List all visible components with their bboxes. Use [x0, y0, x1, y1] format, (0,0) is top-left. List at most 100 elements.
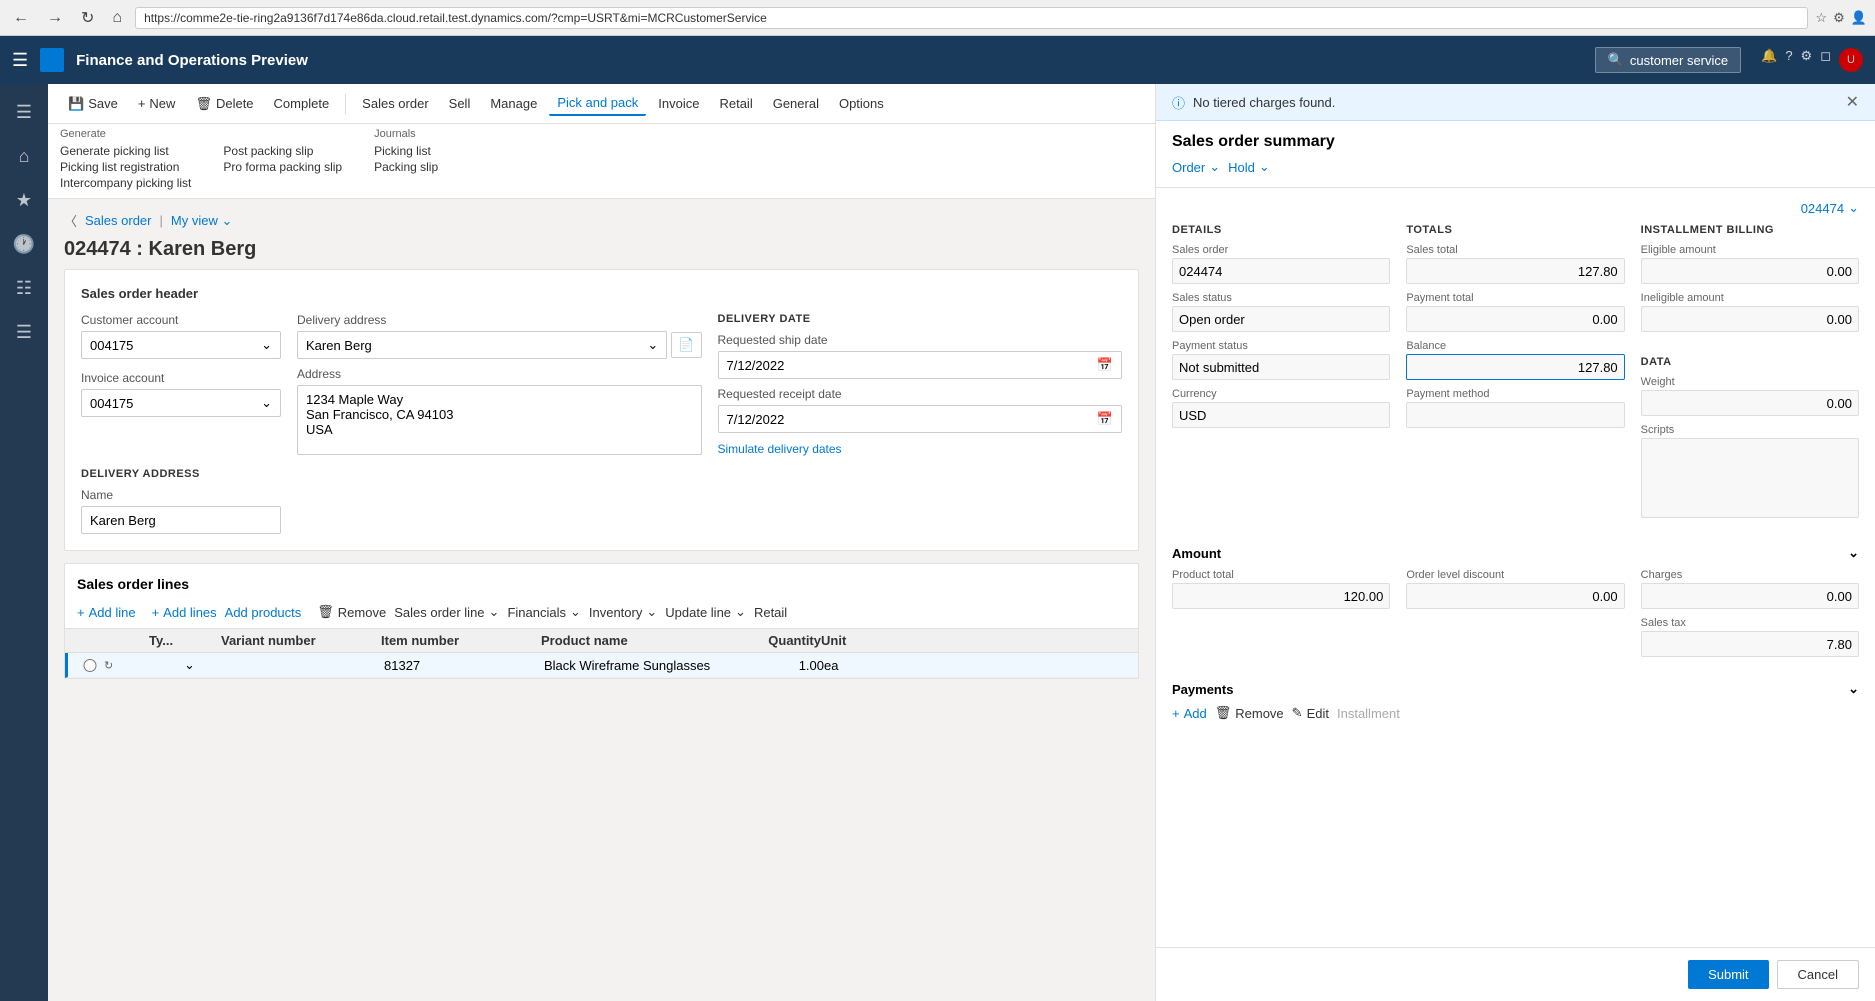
invoice-account-select[interactable]: 004175 ⌄: [81, 389, 281, 417]
sidebar-favorites-icon[interactable]: ★: [4, 180, 44, 220]
user-icon: 👤: [1851, 10, 1867, 26]
search-box[interactable]: 🔍 customer service: [1595, 47, 1741, 73]
delivery-address-edit-button[interactable]: 📄: [671, 332, 701, 358]
sales-order-line-button[interactable]: Sales order line ⌄: [394, 604, 499, 620]
ineligible-amount-value: [1641, 306, 1859, 332]
app-title: Finance and Operations Preview: [76, 52, 308, 69]
payment-method-label: Payment method: [1406, 388, 1624, 400]
row-select-radio[interactable]: [76, 659, 104, 672]
invoice-account-chevron-icon: ⌄: [261, 395, 272, 411]
forward-button[interactable]: →: [42, 7, 68, 29]
panel-body: 024474 ⌄ DETAILS Sales order Sales statu…: [1156, 188, 1875, 947]
col-alert: [125, 633, 149, 648]
add-products-button[interactable]: Add products: [225, 605, 302, 620]
order-dropdown-button[interactable]: Order ⌄: [1172, 159, 1220, 175]
help-icon[interactable]: ?: [1785, 48, 1792, 72]
intercompany-picking-list-link[interactable]: Intercompany picking list: [60, 176, 191, 190]
sales-order-value[interactable]: [1172, 258, 1390, 284]
lines-toolbar: + Add line + Add lines Add products 🗑 R: [65, 596, 1138, 629]
add-lines-button[interactable]: + Add lines: [152, 605, 217, 620]
sidebar-menu-icon[interactable]: ☰: [4, 92, 44, 132]
delete-button[interactable]: 🗑 Delete: [187, 92, 261, 116]
notification-icon[interactable]: 🔔: [1761, 48, 1777, 72]
panel-close-button[interactable]: ✕: [1846, 92, 1859, 112]
remove-payment-button[interactable]: 🗑 Remove: [1215, 705, 1284, 721]
new-button[interactable]: + New: [130, 92, 184, 115]
pick-and-pack-tab[interactable]: Pick and pack: [549, 91, 646, 116]
picking-list-registration-link[interactable]: Picking list registration: [60, 160, 191, 174]
submit-button[interactable]: Submit: [1688, 960, 1768, 989]
address-label: Address: [297, 367, 702, 381]
browser-icons: ☆ ⚙ 👤: [1816, 10, 1868, 26]
remove-line-button[interactable]: 🗑 Remove: [317, 604, 386, 620]
add-line-button[interactable]: + Add line: [77, 605, 136, 620]
refresh-button[interactable]: ↻: [76, 6, 99, 30]
scripts-textarea[interactable]: [1641, 438, 1859, 518]
manage-tab[interactable]: Manage: [482, 92, 545, 115]
post-packing-slip-link[interactable]: Post packing slip: [223, 144, 342, 158]
hamburger-icon[interactable]: ☰: [12, 50, 28, 71]
sidebar-recent-icon[interactable]: 🕐: [4, 224, 44, 264]
order-num-collapse-icon[interactable]: ⌄: [1848, 200, 1859, 216]
invoice-tab[interactable]: Invoice: [650, 92, 707, 115]
generate-picking-list-link[interactable]: Generate picking list: [60, 144, 191, 158]
delivery-address-select[interactable]: Karen Berg ⌄: [297, 331, 667, 359]
url-bar[interactable]: [135, 7, 1807, 29]
back-button[interactable]: ←: [8, 7, 34, 29]
eligible-amount-label: Eligible amount: [1641, 244, 1859, 256]
packing-slip-journal-link[interactable]: Packing slip: [374, 160, 438, 174]
payment-total-field: Payment total: [1406, 292, 1624, 332]
filter-icon[interactable]: 〈: [64, 211, 77, 230]
row-expand-icon[interactable]: ⌄: [184, 657, 224, 673]
ineligible-amount-field: Ineligible amount: [1641, 292, 1859, 332]
save-button[interactable]: 💾 Save: [60, 92, 126, 116]
col-type: Ty...: [149, 633, 181, 648]
my-view-dropdown[interactable]: My view ⌄: [171, 213, 232, 229]
pro-forma-packing-slip-link[interactable]: Pro forma packing slip: [223, 160, 342, 174]
sidebar-list-icon[interactable]: ☰: [4, 312, 44, 352]
complete-button[interactable]: Complete: [266, 92, 338, 115]
general-tab[interactable]: General: [765, 92, 827, 115]
sales-order-tab[interactable]: Sales order: [354, 92, 436, 115]
retail-tab[interactable]: Retail: [711, 92, 760, 115]
financials-button[interactable]: Financials ⌄: [507, 604, 580, 620]
home-button[interactable]: ⌂: [107, 7, 127, 29]
amount-header[interactable]: Amount ⌄: [1172, 545, 1859, 561]
sales-status-label: Sales status: [1172, 292, 1390, 304]
payment-method-value[interactable]: [1406, 402, 1624, 428]
save-icon: 💾: [68, 96, 84, 112]
requested-receipt-date[interactable]: 7/12/2022 📅: [718, 405, 1123, 433]
profile-icon[interactable]: U: [1839, 48, 1863, 72]
requested-ship-label: Requested ship date: [718, 333, 1123, 347]
delivery-name-field: Name: [81, 488, 281, 534]
row-unit: ea: [824, 658, 884, 673]
picking-list-journal-link[interactable]: Picking list: [374, 144, 438, 158]
add-payment-button[interactable]: + Add: [1172, 706, 1207, 721]
sidebar-workspaces-icon[interactable]: ☷: [4, 268, 44, 308]
hold-dropdown-button[interactable]: Hold ⌄: [1228, 159, 1270, 175]
currency-value[interactable]: [1172, 402, 1390, 428]
delivery-date-fields: DELIVERY DATE Requested ship date 7/12/2…: [718, 313, 1123, 456]
table-row[interactable]: ↻ ⌄ 81327 Black Wireframe Sunglasses 1.0…: [65, 653, 1138, 678]
delivery-name-input[interactable]: [81, 506, 281, 534]
edit-payment-button[interactable]: ✎ Edit: [1292, 705, 1329, 721]
lines-retail-button[interactable]: Retail: [754, 605, 787, 620]
installment-button: Installment: [1337, 706, 1400, 721]
scripts-label: Scripts: [1641, 424, 1859, 436]
sidebar-home-icon[interactable]: ⌂: [4, 136, 44, 176]
payments-header[interactable]: Payments ⌄: [1172, 681, 1859, 697]
sales-order-filter-link[interactable]: Sales order: [85, 213, 151, 228]
eligible-amount-field: Eligible amount: [1641, 244, 1859, 284]
inventory-button[interactable]: Inventory ⌄: [589, 604, 657, 620]
fullscreen-icon[interactable]: ◻: [1820, 48, 1831, 72]
sales-status-field: Sales status: [1172, 292, 1390, 332]
payment-status-value: [1172, 354, 1390, 380]
settings-icon[interactable]: ⚙: [1801, 48, 1813, 72]
simulate-delivery-link[interactable]: Simulate delivery dates: [718, 442, 842, 456]
cancel-button[interactable]: Cancel: [1777, 960, 1859, 989]
sell-tab[interactable]: Sell: [441, 92, 479, 115]
options-tab[interactable]: Options: [831, 92, 892, 115]
update-line-button[interactable]: Update line ⌄: [665, 604, 746, 620]
customer-account-select[interactable]: 004175 ⌄: [81, 331, 281, 359]
requested-ship-date[interactable]: 7/12/2022 📅: [718, 351, 1123, 379]
